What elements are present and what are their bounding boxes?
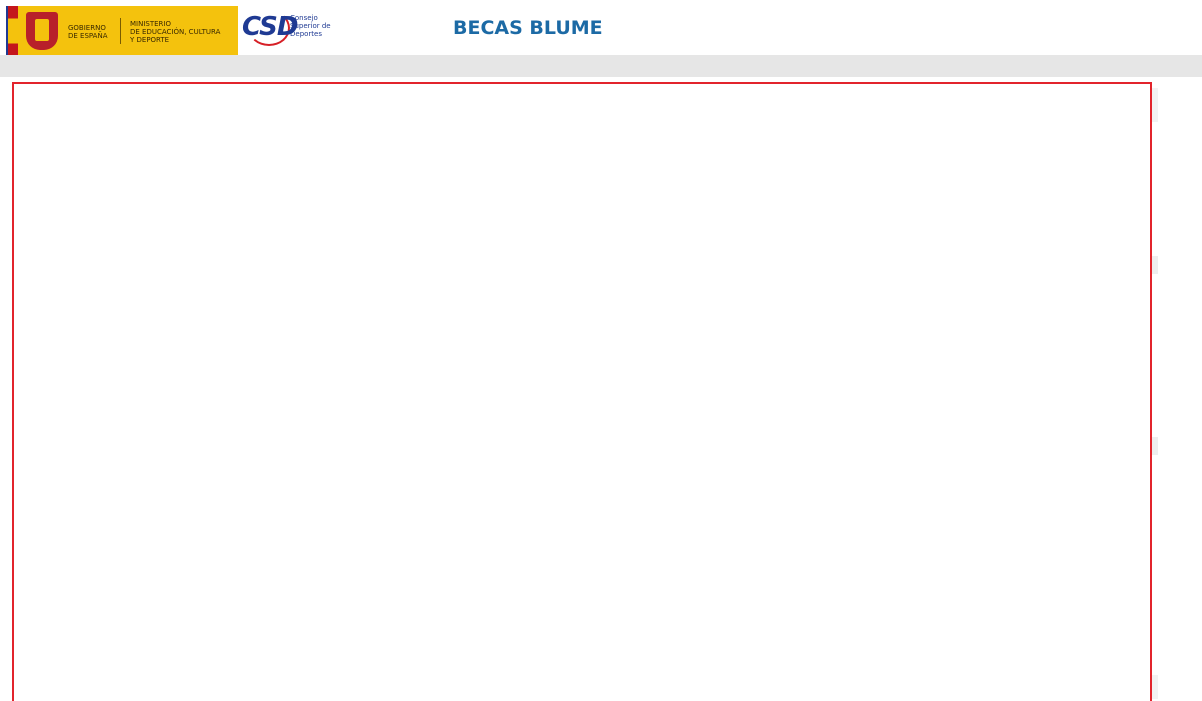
step-marker: (3) bbox=[287, 121, 318, 146]
solicitud-title: DATOS SOLICITUD bbox=[20, 438, 162, 454]
gov-text: GOBIERNO DE ESPAÑA bbox=[68, 24, 108, 40]
prueba-label: Prueba: bbox=[20, 357, 77, 372]
solicitud-header-bg bbox=[16, 437, 1158, 455]
regimen-select[interactable]: NINGUNO ▼ bbox=[19, 663, 341, 675]
renovacion-label: Renovación: bbox=[260, 162, 349, 177]
anio-input[interactable]: 1980 bbox=[400, 587, 470, 605]
especialidad-select-value: MONTAÑA bbox=[22, 342, 73, 353]
step-close: ) bbox=[309, 121, 319, 146]
chevron-down-icon[interactable]: ▼ bbox=[326, 304, 340, 318]
nif-format-note: Formato del NIF: sin espacios, ni puntos… bbox=[20, 202, 184, 249]
ministry-text: MINISTERIO DE EDUCACIÓN, CULTURA Y DEPOR… bbox=[130, 20, 221, 44]
nif-label: NIF: bbox=[20, 162, 52, 177]
sexo-label: Sexo: bbox=[20, 609, 59, 624]
chevron-down-icon[interactable]: ▼ bbox=[326, 626, 340, 640]
ficha-title-underline bbox=[20, 153, 236, 154]
chevron-down-icon[interactable]: ▼ bbox=[326, 375, 340, 389]
regimen-select-value: NINGUNO bbox=[22, 665, 71, 675]
dia-input[interactable]: 01 bbox=[231, 587, 269, 605]
add-prueba-button[interactable]: AÑADIR PRUEBA bbox=[710, 408, 813, 424]
exit-button[interactable]: SALIR bbox=[958, 94, 1004, 110]
csd-subtext: Consejo Superior de Deportes bbox=[290, 14, 331, 38]
page-header: GOBIERNO DE ESPAÑA MINISTERIO DE EDUCACI… bbox=[0, 0, 1202, 62]
chevron-down-icon[interactable]: ▼ bbox=[326, 340, 340, 354]
sexo-select[interactable]: Mujer ▼ bbox=[19, 626, 341, 640]
chevron-down-icon[interactable]: ▼ bbox=[438, 179, 452, 193]
especialidad-select[interactable]: MONTAÑA ▼ bbox=[19, 340, 341, 354]
especialidad-title: ESPECIALIDAD DEPORTIVA bbox=[20, 257, 214, 272]
ficha-title: FICHA DE DEPORTISTA bbox=[20, 134, 209, 152]
mes-input[interactable]: 02 bbox=[316, 587, 354, 605]
date-separator: / bbox=[361, 589, 366, 604]
header-strip bbox=[0, 55, 1202, 77]
primer-apellido-input[interactable]: San Juan bbox=[19, 526, 423, 544]
federacion-select[interactable]: ATLETISMO ▼ bbox=[19, 304, 341, 318]
nombre-label: Nombre: bbox=[20, 468, 84, 483]
csd-logo: CSD Consejo Superior de Deportes bbox=[240, 6, 331, 52]
primer-apellido-label: Primer apellido: bbox=[20, 507, 139, 522]
renovacion-select-value: NUEVA ADJUDICACIÓN bbox=[262, 181, 374, 192]
prueba-select-value: CARRERAS DE MONTAÑA bbox=[22, 377, 147, 388]
nombre-input[interactable]: Mariela bbox=[19, 486, 423, 504]
date-separator: / bbox=[276, 589, 281, 604]
segundo-apellido-input[interactable]: Ornazo bbox=[19, 566, 423, 584]
print-authorization-button[interactable]: IMPRIMIR AUTORIZACIÓN bbox=[781, 94, 935, 110]
spain-flag-icon bbox=[8, 6, 18, 56]
renovacion-select[interactable]: NUEVA ADJUDICACIÓN ▼ bbox=[259, 179, 453, 193]
chevron-down-icon[interactable]: ▼ bbox=[326, 664, 340, 674]
logo-divider bbox=[120, 18, 121, 44]
step-open: ( bbox=[287, 121, 296, 146]
government-logo: GOBIERNO DE ESPAÑA MINISTERIO DE EDUCACI… bbox=[6, 6, 238, 56]
prueba-select[interactable]: CARRERAS DE MONTAÑA ▼ bbox=[19, 375, 341, 389]
coat-of-arms-icon bbox=[26, 12, 58, 50]
step-number: 3 bbox=[295, 121, 310, 146]
federacion-select-value: ATLETISMO bbox=[22, 306, 78, 317]
regimen-label: Régimen: bbox=[20, 645, 90, 660]
especialidad-label: Especialidad: bbox=[20, 321, 118, 336]
segundo-apellido-label: Segundo apellido: bbox=[20, 547, 152, 562]
fecha-nacimiento-label: Fecha de nacimiento: bbox=[20, 589, 176, 604]
sexo-select-value: Mujer bbox=[22, 628, 51, 639]
save-send-button[interactable]: GUARDAR/ENVIAR A LA FEDERACIÓN bbox=[541, 94, 751, 110]
federacion-label: Federación: bbox=[20, 286, 106, 301]
app-title: BECAS BLUME bbox=[453, 17, 603, 39]
nif-input[interactable]: 03818335J bbox=[19, 179, 185, 197]
